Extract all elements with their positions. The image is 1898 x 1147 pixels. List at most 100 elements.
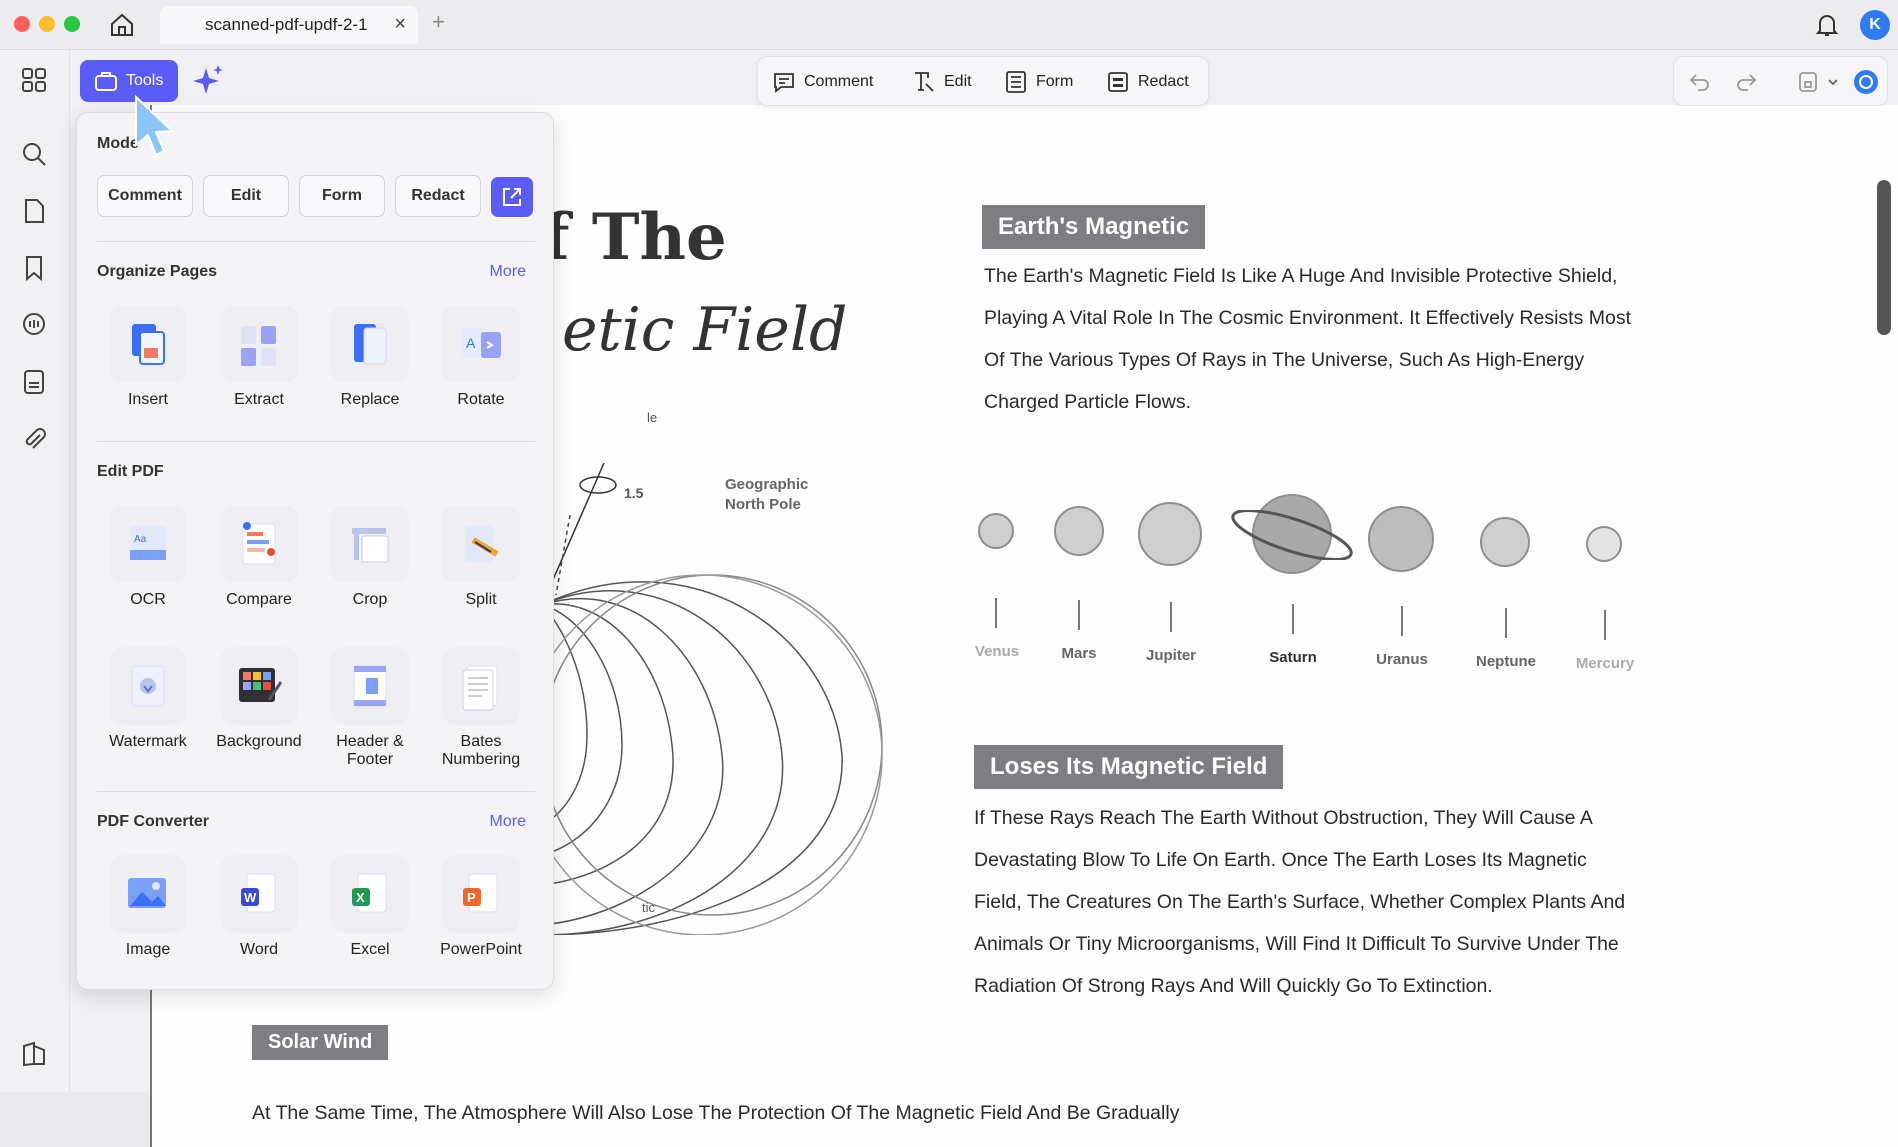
header-footer-tool[interactable]: Header & Footer [320, 647, 420, 769]
search-icon[interactable] [20, 140, 48, 168]
planet-label-neptune: Neptune [1476, 653, 1536, 670]
mouse-cursor-icon [135, 95, 175, 157]
edit-mode-button[interactable]: Edit [912, 70, 972, 94]
planet-label-venus: Venus [974, 643, 1020, 660]
svg-text:A: A [466, 335, 476, 351]
panel-form-button[interactable]: Form [299, 175, 385, 217]
planet-venus-image [978, 513, 1014, 549]
bates-numbering-tool[interactable]: Bates Numbering [431, 647, 531, 769]
planet-tick [1078, 600, 1080, 630]
page-icon[interactable] [20, 197, 48, 225]
bates-numbering-label: Bates Numbering [441, 733, 521, 768]
solar-wind-heading: Solar Wind [252, 1025, 389, 1060]
sparkle-ai-icon[interactable] [192, 62, 226, 100]
planet-tick [1170, 602, 1172, 632]
comment-mode-label: Comment [804, 73, 874, 90]
replace-tool[interactable]: Replace [320, 305, 420, 409]
convert-powerpoint-tool[interactable]: P PowerPoint [431, 855, 531, 959]
insert-label: Insert [127, 391, 168, 408]
minimize-window-button[interactable] [39, 16, 55, 32]
section1-line: Playing A Vital Role In The Cosmic Envir… [984, 307, 1632, 329]
mode-toolbar: Comment Edit Form Redact [757, 56, 1209, 106]
compare-tool[interactable]: Compare [209, 505, 309, 609]
converter-more-link[interactable]: More [490, 813, 526, 831]
save-icon[interactable] [1796, 70, 1820, 94]
planet-label-uranus: Uranus [1376, 651, 1428, 668]
panel-redact-button[interactable]: Redact [395, 175, 481, 217]
planet-tick [995, 598, 997, 628]
left-sidebar [0, 50, 70, 1092]
pdf-converter-heading: PDF Converter [97, 813, 210, 830]
watermark-tool[interactable]: Watermark [98, 647, 198, 751]
section2-line: Devastating Blow To Life On Earth. Once … [974, 849, 1587, 871]
word-icon: W [241, 873, 276, 913]
planet-tick [1292, 604, 1294, 634]
geographic-north-pole-label: Geographic North Pole [725, 476, 809, 513]
section1-body: The Earth's Magnetic Field Is Like A Hug… [984, 255, 1684, 423]
edit-pdf-heading: Edit PDF [97, 463, 164, 480]
new-tab-button[interactable]: + [432, 9, 445, 35]
avatar[interactable]: K [1860, 10, 1890, 40]
planet-label-mercury: Mercury [1575, 655, 1635, 672]
form-mode-label: Form [1036, 73, 1074, 90]
powerpoint-icon: P [463, 873, 498, 913]
undo-icon[interactable] [1688, 70, 1712, 94]
bates-numbering-icon [462, 665, 498, 711]
open-external-button[interactable] [491, 177, 533, 217]
comment-mode-button[interactable]: Comment [772, 70, 873, 94]
section2-line: If These Rays Reach The Earth Without Ob… [974, 807, 1593, 829]
ai-assistant-icon[interactable] [1852, 68, 1880, 96]
bookmark-icon[interactable] [20, 254, 48, 282]
section2-line: Field, The Creatures On The Earth's Surf… [974, 891, 1626, 913]
comments-icon[interactable] [20, 311, 48, 339]
section1-line: Of The Various Types Of Rays in The Univ… [984, 349, 1585, 371]
layers-icon[interactable] [20, 1040, 48, 1068]
chevron-down-icon[interactable] [1826, 75, 1840, 89]
forms-icon[interactable] [20, 368, 48, 396]
planet-jupiter-image [1138, 502, 1202, 566]
extract-tool[interactable]: Extract [209, 305, 309, 409]
rotate-label: Rotate [457, 391, 505, 408]
attachment-icon[interactable] [20, 425, 48, 453]
convert-image-tool[interactable]: Image [98, 855, 198, 959]
background-tool[interactable]: Background [209, 647, 309, 751]
split-tool[interactable]: Split [431, 505, 531, 609]
redo-icon[interactable] [1734, 70, 1758, 94]
organize-more-link[interactable]: More [490, 263, 526, 281]
redact-mode-button[interactable]: Redact [1106, 70, 1189, 94]
background-icon [239, 668, 283, 702]
tab-close-icon[interactable]: × [394, 13, 406, 36]
panel-edit-button[interactable]: Edit [203, 175, 289, 217]
word-label: Word [240, 941, 278, 958]
excel-label: Excel [350, 941, 390, 958]
rotate-tool[interactable]: A Rotate [431, 305, 531, 409]
edit-text-icon [915, 72, 934, 92]
planet-label-saturn: Saturn [1269, 649, 1317, 666]
organize-pages-heading: Organize Pages [97, 263, 218, 280]
insert-tool[interactable]: Insert [98, 305, 198, 409]
divider [97, 241, 535, 242]
convert-word-tool[interactable]: W Word [209, 855, 309, 959]
maximize-window-button[interactable] [64, 16, 80, 32]
section2-line: Radiation Of Strong Rays And Will Quickl… [974, 975, 1493, 997]
crop-tool[interactable]: Crop [320, 505, 420, 609]
header-footer-icon [353, 665, 387, 707]
notification-bell-icon[interactable] [1815, 12, 1839, 38]
document-tab[interactable]: scanned-pdf-updf-2-1 × [160, 6, 418, 44]
convert-excel-tool[interactable]: X Excel [320, 855, 420, 959]
magnetic-field-diagram [542, 462, 883, 935]
svg-text:P: P [467, 890, 476, 905]
panel-comment-button[interactable]: Comment [97, 175, 193, 217]
vertical-scrollbar[interactable] [1877, 180, 1891, 335]
ocr-tool[interactable]: Aa OCR [98, 505, 198, 609]
excel-icon: X [352, 873, 387, 913]
form-mode-button[interactable]: Form [1004, 70, 1073, 94]
thumbnails-grid-icon[interactable] [20, 66, 48, 94]
compare-icon [242, 522, 276, 565]
extract-pages-icon [241, 326, 276, 366]
extract-label: Extract [234, 391, 284, 408]
home-icon[interactable] [108, 12, 136, 38]
tools-label: Tools [126, 72, 164, 89]
watermark-label: Watermark [109, 733, 187, 750]
close-window-button[interactable] [14, 16, 30, 32]
